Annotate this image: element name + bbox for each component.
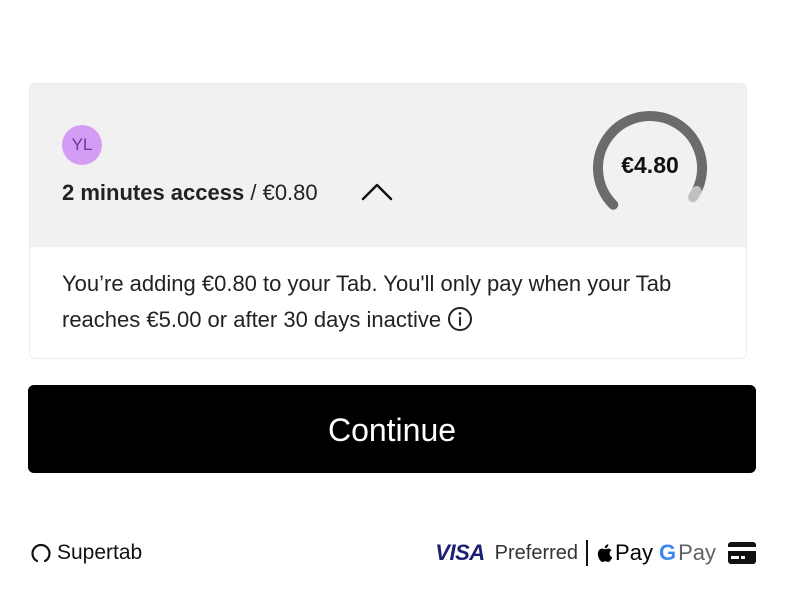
- google-pay-logo: G Pay: [659, 540, 716, 566]
- access-label: 2 minutes access: [62, 180, 245, 205]
- apple-icon: [597, 544, 613, 563]
- avatar: YL: [62, 125, 102, 165]
- chevron-up-icon[interactable]: [360, 180, 394, 204]
- supertab-icon: [31, 543, 51, 563]
- brand-name: Supertab: [57, 541, 143, 564]
- offer-summary: YL 2 minutes access / €0.80 €4.80: [30, 84, 746, 247]
- tab-info: You’re adding €0.80 to your Tab. You'll …: [62, 266, 722, 338]
- supertab-logo[interactable]: Supertab: [30, 540, 142, 566]
- price-separator: /: [244, 180, 263, 205]
- visa-logo: VISA: [435, 540, 485, 565]
- google-pay-label: Pay: [678, 540, 716, 565]
- access-price: €0.80: [262, 180, 318, 205]
- purchase-card: YL 2 minutes access / €0.80 €4.80 You’re…: [29, 83, 747, 359]
- tab-info-text: You’re adding €0.80 to your Tab. You'll …: [62, 271, 672, 332]
- gauge-arc-end: [688, 185, 702, 203]
- divider: [586, 540, 589, 566]
- preferred-label: Preferred: [494, 541, 579, 564]
- info-icon[interactable]: [447, 306, 473, 332]
- google-g-icon: G: [658, 540, 677, 565]
- tab-total: €4.80: [621, 152, 679, 178]
- payment-methods: VISA Preferred Pay G Pay: [435, 538, 756, 568]
- apple-pay-logo: Pay: [596, 540, 653, 566]
- credit-card-icon: [728, 542, 756, 564]
- continue-button[interactable]: Continue: [28, 385, 756, 473]
- apple-pay-label: Pay: [615, 540, 653, 565]
- access-price-line: 2 minutes access / €0.80: [62, 179, 318, 207]
